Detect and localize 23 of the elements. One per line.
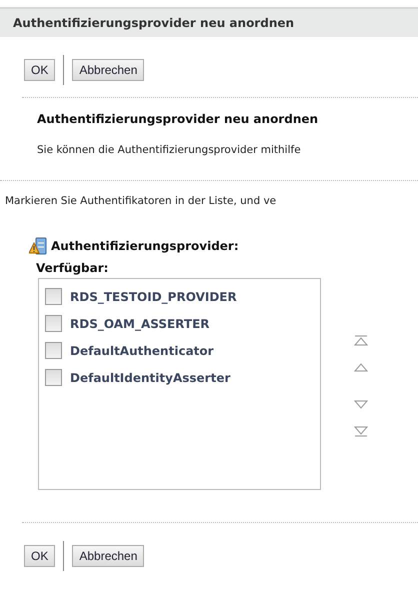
dialog-button[interactable]: OK — [24, 545, 56, 567]
window-title: Authentifizierungsprovider neu anordnen — [0, 7, 418, 37]
checkbox[interactable] — [45, 369, 62, 386]
provider-name[interactable]: RDS_TESTOID_PROVIDER — [70, 290, 237, 304]
provider-name[interactable]: DefaultIdentityAsserter — [70, 370, 230, 384]
provider-warning-icon — [29, 237, 47, 255]
page-heading: Authentifizierungsprovider neu anordnen — [36, 111, 320, 126]
dialog-button[interactable]: OK — [24, 59, 56, 81]
instruction-text: Markieren Sie Authentifikatoren in der Liste, und ve — [4, 194, 278, 207]
list-label: Verfügbar: — [35, 260, 110, 277]
move-up-icon[interactable] — [354, 361, 368, 373]
checkbox[interactable] — [45, 342, 62, 359]
move-top-icon[interactable] — [354, 335, 368, 347]
provider-name[interactable]: DefaultAuthenticator — [70, 344, 214, 358]
section-title: Authentifizierungsprovider: — [51, 239, 239, 253]
provider-name[interactable]: RDS_OAM_ASSERTER — [70, 316, 210, 330]
move-bottom-icon[interactable] — [354, 425, 368, 437]
checkbox[interactable] — [45, 288, 62, 305]
move-down-icon[interactable] — [354, 399, 368, 411]
intro-text: Sie können die Authentifizierungsprovider mithilfe — [36, 143, 302, 158]
checkbox[interactable] — [45, 315, 62, 332]
dialog-button[interactable]: Abbrechen — [72, 59, 144, 81]
dialog-button[interactable]: Abbrechen — [72, 545, 144, 567]
